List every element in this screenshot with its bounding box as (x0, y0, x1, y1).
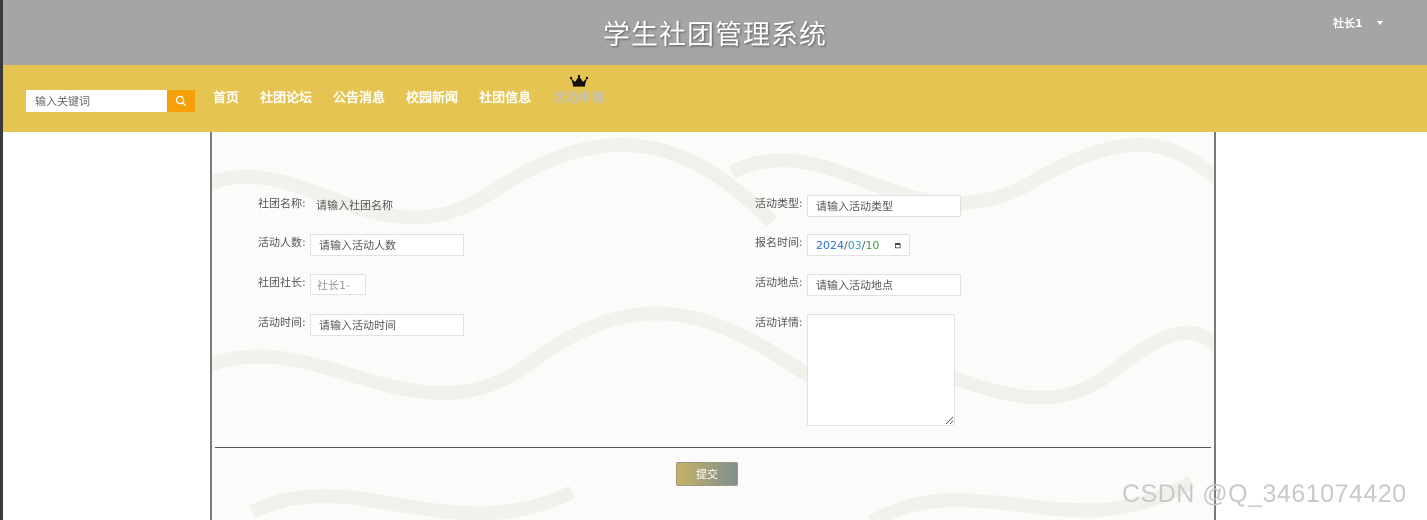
row-location: 活动地点: (755, 274, 961, 296)
details-label: 活动详情: (755, 316, 803, 329)
row-club-name: 社团名称: (258, 195, 464, 216)
activity-time-input[interactable] (310, 314, 464, 336)
watermark-text: CSDN @Q_3461074420 (1122, 480, 1407, 508)
signup-time-label: 报名时间: (755, 236, 803, 249)
form-divider (215, 447, 1211, 448)
club-leader-input[interactable] (310, 274, 366, 295)
location-label: 活动地点: (755, 276, 803, 289)
search-box (26, 90, 195, 112)
row-details: 活动详情: (755, 314, 955, 426)
site-title: 学生社团管理系统 (603, 20, 827, 51)
participants-input[interactable] (310, 234, 464, 256)
location-input[interactable] (807, 274, 961, 296)
club-leader-label: 社团社长: (258, 276, 306, 289)
signup-date-input[interactable]: 2024/03/10 (807, 234, 910, 256)
details-textarea[interactable] (807, 314, 955, 426)
row-participants: 活动人数: (258, 234, 464, 256)
nav-bar: 首页 社团论坛 公告消息 校园新闻 社团信息 活动申请 (3, 65, 1427, 132)
calendar-icon[interactable] (895, 240, 901, 251)
participants-label: 活动人数: (258, 236, 306, 249)
activity-type-label: 活动类型: (755, 197, 803, 210)
top-header: 学生社团管理系统 社长1 (3, 0, 1427, 65)
nav-item-activity-application[interactable]: 活动申请 (552, 75, 614, 108)
nav-item-announcements[interactable]: 公告消息 (333, 90, 395, 108)
nav-menu: 首页 社团论坛 公告消息 校园新闻 社团信息 活动申请 (213, 75, 625, 108)
nav-item-club-info[interactable]: 社团信息 (479, 90, 541, 108)
row-activity-time: 活动时间: (258, 314, 464, 336)
submit-button[interactable]: 提交 (676, 462, 738, 486)
search-icon (175, 95, 187, 107)
crown-icon (570, 75, 589, 87)
nav-item-forum[interactable]: 社团论坛 (260, 90, 322, 108)
row-signup-time: 报名时间: 2024/03/10 (755, 234, 910, 256)
activity-time-label: 活动时间: (258, 316, 306, 329)
activity-type-input[interactable] (807, 195, 961, 217)
user-menu[interactable]: 社长1 (1333, 15, 1383, 31)
nav-item-campus-news[interactable]: 校园新闻 (406, 90, 468, 108)
club-name-input[interactable] (310, 195, 464, 216)
user-name: 社长1 (1333, 17, 1363, 30)
nav-item-label: 活动申请 (552, 91, 605, 106)
row-club-leader: 社团社长: (258, 274, 366, 295)
search-input[interactable] (26, 90, 167, 112)
chevron-down-icon (1376, 21, 1383, 25)
nav-item-home[interactable]: 首页 (213, 90, 249, 108)
row-activity-type: 活动类型: (755, 195, 961, 217)
club-name-label: 社团名称: (258, 197, 306, 210)
form-panel: 社团名称: 活动人数: 社团社长: 活动时间: 活动类型: 报名时间: 2024… (210, 132, 1216, 520)
date-value: 2024/03/10 (816, 238, 880, 252)
search-button[interactable] (167, 90, 195, 112)
